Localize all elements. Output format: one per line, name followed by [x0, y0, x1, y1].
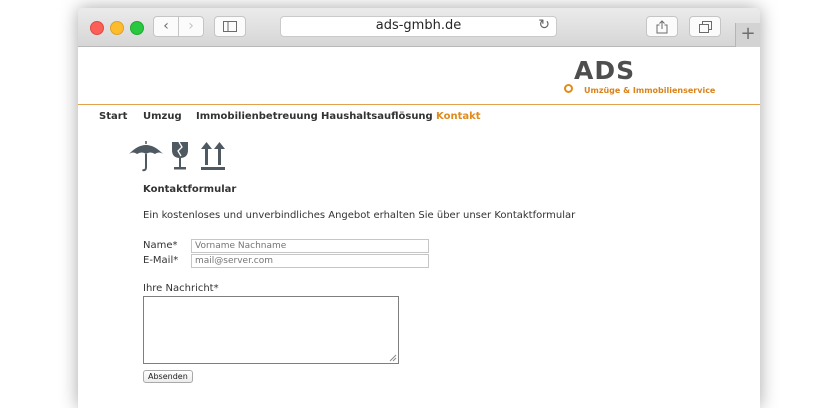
header-divider [78, 104, 760, 105]
name-label: Name* [143, 240, 178, 251]
zoom-window-button[interactable] [130, 21, 144, 35]
close-window-button[interactable] [90, 21, 104, 35]
new-tab-button[interactable]: + [735, 23, 760, 47]
moving-icons [128, 140, 238, 172]
resize-grip-icon[interactable] [389, 354, 397, 362]
umbrella-icon [129, 141, 163, 172]
show-tabs-button[interactable] [689, 16, 721, 37]
menu-item-kontakt[interactable]: Kontakt [436, 111, 481, 122]
menu-item-umzug[interactable]: Umzug [143, 111, 182, 122]
submit-button[interactable]: Absenden [143, 370, 193, 383]
message-textarea[interactable] [143, 296, 399, 364]
logo-wheel-icon [564, 84, 573, 93]
back-button[interactable]: ‹ [153, 16, 179, 37]
sidebar-button[interactable] [214, 16, 246, 37]
fragile-glass-icon [172, 141, 188, 170]
message-label: Ihre Nachricht* [143, 283, 219, 294]
tabs-overview-icon [698, 21, 712, 33]
chevron-left-icon: ‹ [163, 18, 169, 34]
sidebar-icon [223, 21, 237, 32]
this-side-up-icon [201, 142, 225, 170]
menu-item-start[interactable]: Start [99, 111, 127, 122]
share-icon [656, 20, 668, 34]
share-button[interactable] [646, 16, 678, 37]
logo-tagline: Umzüge & Immobilienservice [584, 86, 716, 95]
browser-window: ‹ › ads-gmbh.de ↻ + ADS Umzüge & Immobil… [78, 8, 760, 408]
address-bar[interactable]: ads-gmbh.de ↻ [280, 16, 557, 37]
email-input[interactable] [191, 254, 429, 268]
menu-item-immobilienbetreuung[interactable]: Immobilienbetreuung [196, 111, 318, 122]
logo-brand: ADS [574, 56, 636, 85]
url-text: ads-gmbh.de [375, 18, 462, 33]
browser-toolbar: ‹ › ads-gmbh.de ↻ [78, 8, 760, 47]
name-input[interactable] [191, 239, 429, 253]
form-title: Kontaktformular [143, 184, 237, 195]
menu-item-haushaltsaufloesung[interactable]: Haushaltsauflösung [321, 111, 433, 122]
forward-button[interactable]: › [178, 16, 204, 37]
email-label: E-Mail* [143, 255, 179, 266]
form-intro: Ein kostenloses und unverbindliches Ange… [143, 210, 576, 221]
site-logo[interactable]: ADS Umzüge & Immobilienservice [554, 56, 734, 102]
minimize-window-button[interactable] [110, 21, 124, 35]
chevron-right-icon: › [188, 18, 194, 34]
reload-icon[interactable]: ↻ [538, 17, 550, 33]
